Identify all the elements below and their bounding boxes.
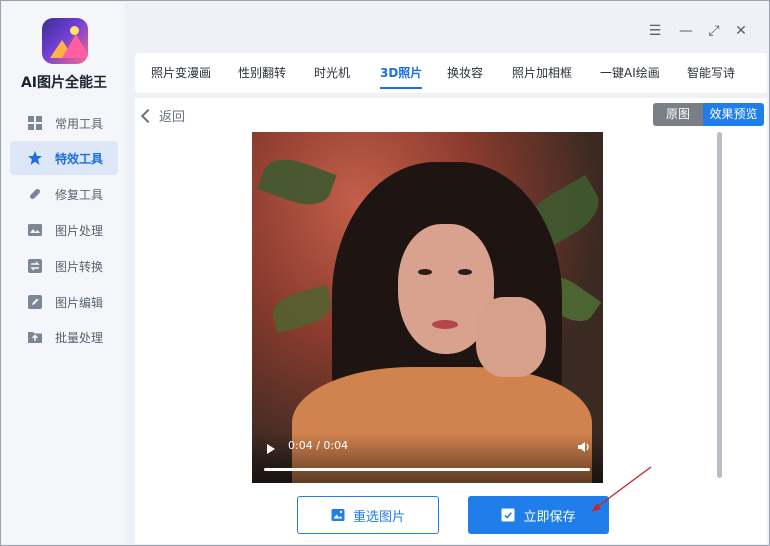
tab-photo-to-cartoon[interactable]: 照片变漫画 [151, 53, 211, 93]
sidebar-item-label: 图片转换 [55, 259, 104, 274]
grid-icon [27, 115, 43, 131]
chevron-left-icon [140, 108, 156, 123]
app-title: AI图片全能王 [20, 75, 108, 91]
sidebar-item-repair-tools[interactable]: 修复工具 [10, 177, 118, 211]
reselect-label: 重选图片 [352, 509, 405, 525]
sidebar-item-effects-tools[interactable]: 特效工具 [10, 141, 118, 175]
back-label: 返回 [159, 110, 186, 125]
save-label: 立即保存 [523, 509, 576, 525]
sidebar: AI图片全能王 常用工具 特效工具 修复工具 图片处理 图片转换 图片编辑 批量… [2, 2, 125, 544]
feature-tabs: 照片变漫画 性别翻转 时光机 3D照片 换妆容 照片加相框 一键AI绘画 智能写… [135, 53, 767, 93]
sidebar-item-label: 图片处理 [55, 223, 104, 238]
sidebar-item-label: 图片编辑 [55, 295, 104, 310]
tab-photo-frame[interactable]: 照片加相框 [512, 53, 572, 93]
maximize-icon[interactable]: ⤢ [706, 23, 722, 39]
volume-icon[interactable] [577, 440, 591, 454]
save-icon [501, 508, 515, 522]
app-window: AI图片全能王 常用工具 特效工具 修复工具 图片处理 图片转换 图片编辑 批量… [0, 0, 770, 546]
folder-upload-icon [27, 329, 43, 345]
tab-ai-painting[interactable]: 一键AI绘画 [600, 53, 660, 93]
convert-icon [27, 258, 43, 274]
video-time: 0:04 / 0:04 [288, 439, 349, 452]
sidebar-item-image-convert[interactable]: 图片转换 [10, 249, 118, 283]
sidebar-item-label: 修复工具 [55, 187, 104, 202]
video-player[interactable]: 0:04 / 0:04 [252, 132, 603, 483]
back-button[interactable]: 返回 [140, 106, 186, 125]
sidebar-item-batch[interactable]: 批量处理 [10, 320, 118, 354]
play-icon[interactable] [267, 444, 275, 454]
sidebar-item-label: 特效工具 [55, 151, 104, 166]
scrollbar[interactable] [717, 132, 722, 478]
image-icon [27, 222, 43, 238]
view-preview-button[interactable]: 效果预览 [703, 103, 764, 126]
video-controls: 0:04 / 0:04 [252, 433, 603, 483]
view-original-button[interactable]: 原图 [653, 103, 703, 126]
sidebar-item-label: 常用工具 [55, 116, 104, 131]
tab-gender-swap[interactable]: 性别翻转 [238, 53, 286, 93]
sidebar-item-image-processing[interactable]: 图片处理 [10, 213, 118, 247]
image-icon [331, 508, 345, 522]
menu-icon[interactable]: ☰ [647, 23, 663, 39]
bandage-icon [27, 186, 43, 202]
save-now-button[interactable]: 立即保存 [468, 496, 609, 534]
tab-smart-poetry[interactable]: 智能写诗 [687, 53, 735, 93]
star-icon [27, 150, 43, 166]
close-icon[interactable]: ✕ [733, 23, 749, 39]
sidebar-item-common-tools[interactable]: 常用工具 [10, 106, 118, 140]
tab-3d-photo[interactable]: 3D照片 [372, 53, 430, 93]
reselect-image-button[interactable]: 重选图片 [297, 496, 439, 534]
main-content: 返回 原图 效果预览 0:04 / 0:04 重选图片 立即保存 [135, 98, 767, 544]
tab-makeup[interactable]: 换妆容 [447, 53, 483, 93]
title-bar: ☰ — ⤢ ✕ [135, 9, 767, 51]
tab-time-machine[interactable]: 时光机 [314, 53, 350, 93]
sidebar-item-image-edit[interactable]: 图片编辑 [10, 285, 118, 319]
edit-icon [27, 294, 43, 310]
sidebar-item-label: 批量处理 [55, 330, 104, 345]
video-progress-bar[interactable] [264, 468, 590, 471]
app-logo [42, 18, 88, 64]
minimize-icon[interactable]: — [678, 23, 694, 39]
